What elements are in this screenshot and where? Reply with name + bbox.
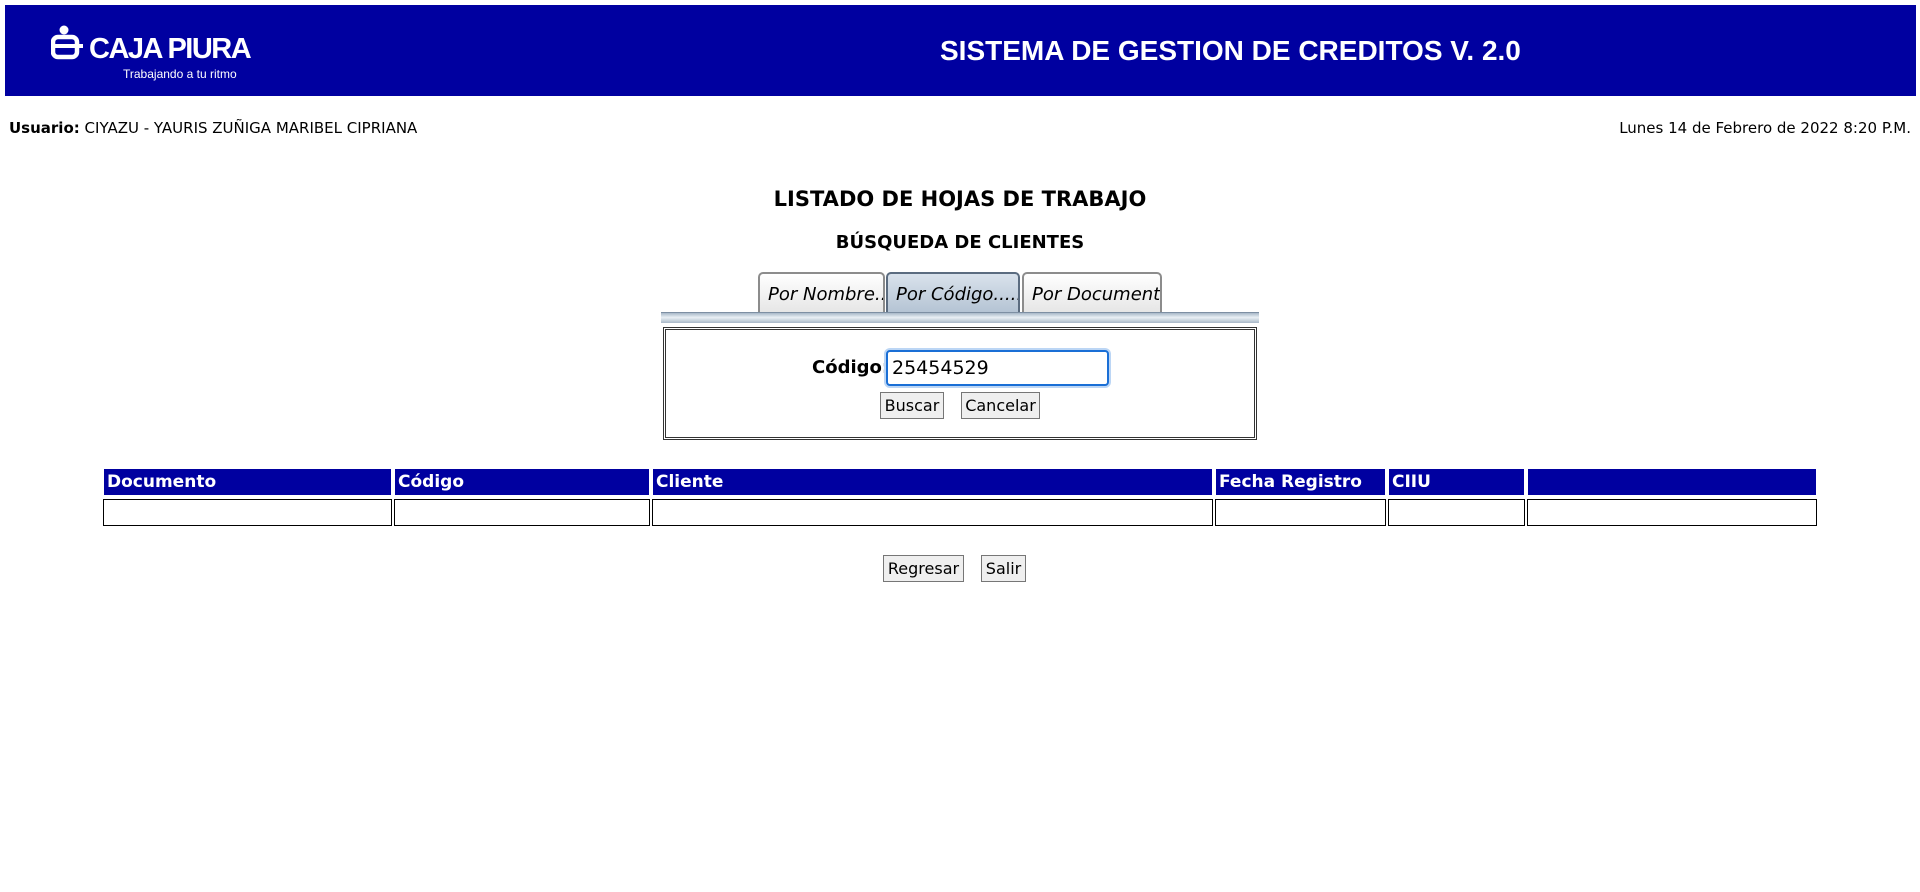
codigo-input[interactable] (886, 350, 1109, 386)
page-title: LISTADO DE HOJAS DE TRABAJO (773, 187, 1147, 211)
buscar-button[interactable]: Buscar (880, 392, 944, 419)
regresar-button[interactable]: Regresar (883, 555, 964, 582)
logo-mark-icon (51, 25, 83, 60)
table-cell (652, 499, 1213, 526)
cancelar-button[interactable]: Cancelar (961, 392, 1040, 419)
column-header-blank (1528, 469, 1816, 495)
tab-por-nombre[interactable]: Por Nombre... (758, 272, 885, 312)
tab-label: Por Código...... (896, 284, 1020, 305)
tab-por-documento[interactable]: Por Documento (1022, 272, 1162, 312)
app-title: SISTEMA DE GESTION DE CREDITOS V. 2.0 (940, 35, 1521, 66)
column-header-codigo: Código (395, 469, 649, 495)
column-header-fecha-registro: Fecha Registro (1216, 469, 1385, 495)
logo-text: CAJA PIURA (89, 33, 252, 65)
column-header-cliente: Cliente (653, 469, 1212, 495)
codigo-label: Código: (812, 357, 890, 378)
current-datetime: Lunes 14 de Febrero de 2022 8:20 P.M. (1619, 119, 1911, 137)
user-label: Usuario: (9, 119, 80, 137)
user-value: CIYAZU - YAURIS ZUÑIGA MARIBEL CIPRIANA (84, 119, 418, 137)
logo-slogan: Trabajando a tu ritmo (123, 67, 237, 81)
table-cell (1388, 499, 1525, 526)
table-cell (103, 499, 392, 526)
tab-label: Por Documento (1032, 284, 1162, 305)
column-header-documento: Documento (104, 469, 391, 495)
table-cell (1527, 499, 1817, 526)
tab-por-codigo[interactable]: Por Código...... (886, 272, 1020, 312)
salir-button[interactable]: Salir (981, 555, 1026, 582)
caja-piura-logo: CAJA PIURA Trabajando a tu ritmo (45, 23, 255, 85)
section-subtitle: BÚSQUEDA DE CLIENTES (835, 232, 1085, 253)
user-info: Usuario: CIYAZU - YAURIS ZUÑIGA MARIBEL … (9, 119, 417, 137)
table-cell (394, 499, 650, 526)
tab-label: Por Nombre... (768, 284, 885, 305)
header-banner: CAJA PIURA Trabajando a tu ritmo SISTEMA… (5, 5, 1916, 96)
table-cell (1215, 499, 1386, 526)
column-header-ciiu: CIIU (1389, 469, 1524, 495)
tab-strip (661, 312, 1259, 323)
